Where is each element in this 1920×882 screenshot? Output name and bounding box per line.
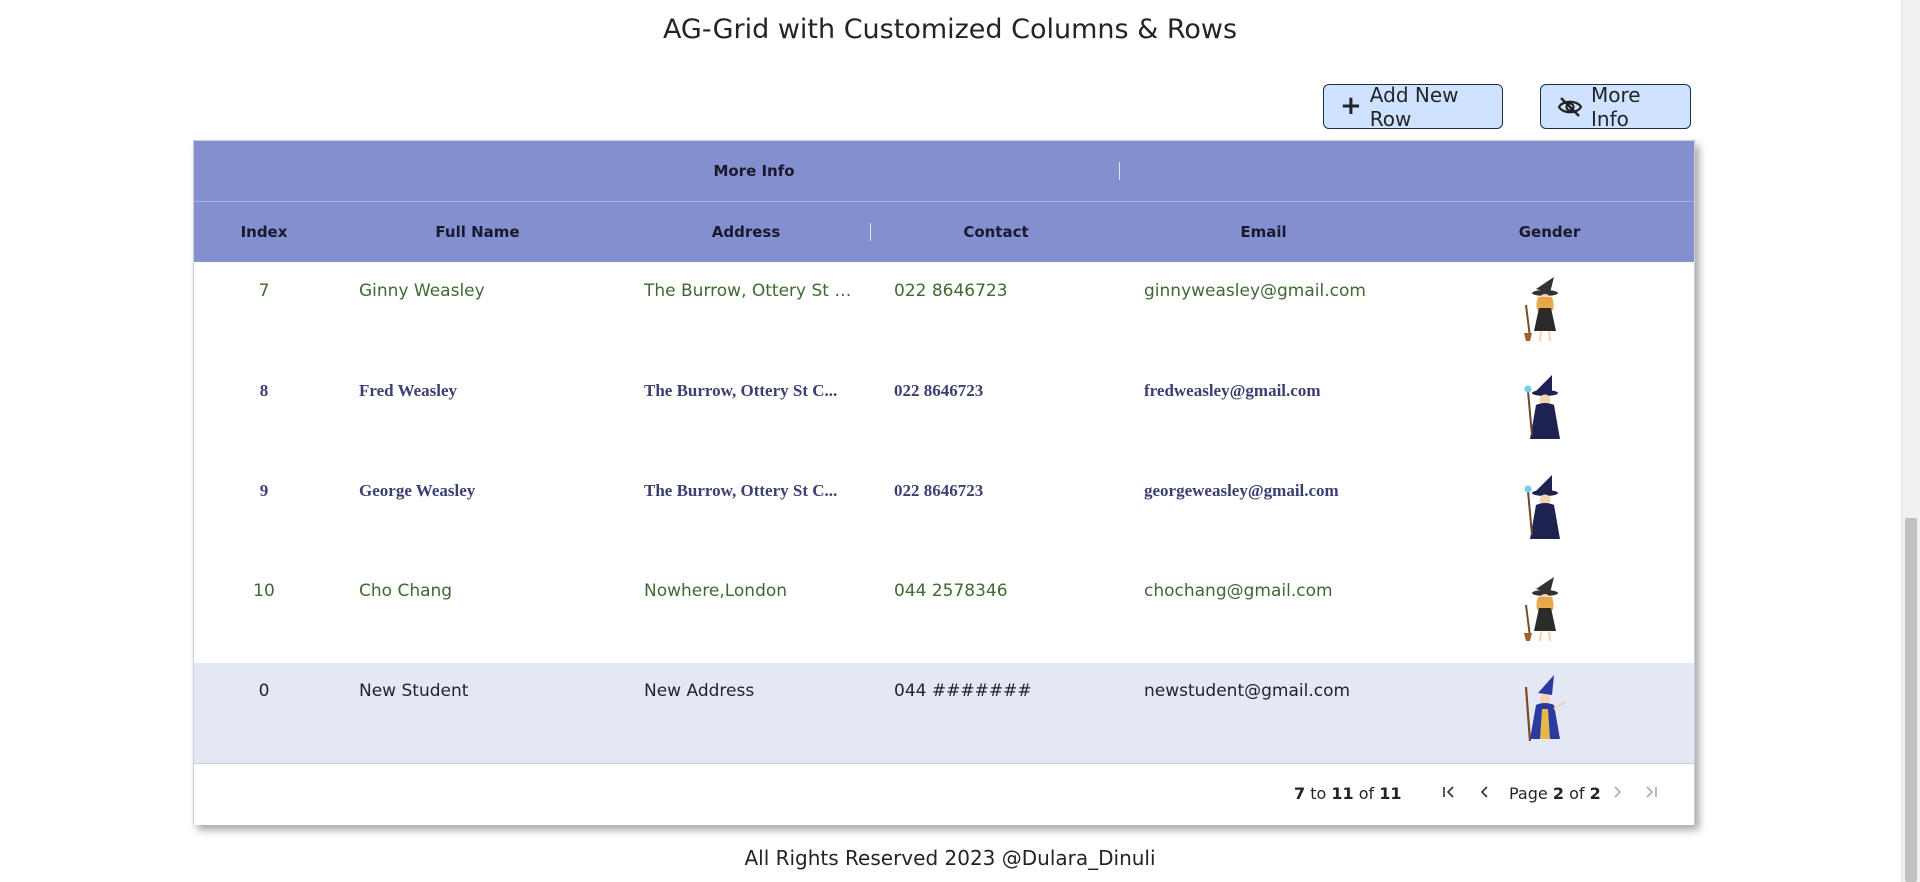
header-address[interactable]: Address [621,202,871,262]
column-header-row: Index Full Name Address Contact Email Ge… [194,202,1694,262]
row-to-word: to [1310,784,1327,803]
cell-email: georgeweasley@gmail.com [1144,481,1339,500]
add-new-row-button[interactable]: + Add New Row [1323,82,1503,131]
cell-email: chochang@gmail.com [1144,581,1333,601]
cell-index: 9 [259,481,269,500]
row-to: 11 [1331,784,1354,803]
page-summary: Page 2 of 2 [1509,784,1601,803]
group-header-more-info[interactable]: More Info [194,141,1314,201]
cell-address: New Address [644,681,755,701]
cell-contact: 022 8646723 [894,481,984,500]
page-of-word: of [1569,784,1585,803]
table-row[interactable]: 8 Fred Weasley The Burrow, Ottery St C..… [194,363,1694,464]
old-wizard-avatar-icon [1514,675,1574,745]
current-page: 2 [1552,784,1564,803]
cell-full-name: Cho Chang [359,581,453,601]
wizard-avatar-icon [1514,475,1574,545]
more-info-label: More Info [1591,82,1641,131]
cell-full-name: Fred Weasley [359,381,458,400]
page-scrollbar[interactable] [1901,0,1920,882]
more-info-button[interactable]: More Info [1540,82,1691,131]
row-total: 11 [1379,784,1402,803]
cell-index: 0 [258,681,270,701]
first-page-icon[interactable] [1442,784,1456,803]
plus-icon: + [1340,90,1362,121]
table-row[interactable]: 9 George Weasley The Burrow, Ottery St C… [194,463,1694,564]
header-email[interactable]: Email [1121,202,1406,262]
row-from: 7 [1294,784,1306,803]
footer-credits: All Rights Reserved 2023 @Dulara_Dinuli [744,846,1156,870]
cell-address: The Burrow, Ottery St C... [644,381,838,400]
page-title: AG-Grid with Customized Columns & Rows [662,14,1238,45]
cell-address: The Burrow, Ottery St C... [644,481,838,500]
cell-full-name: Ginny Weasley [359,281,485,301]
witch-avatar-icon [1514,575,1574,645]
cell-contact: 044 2578346 [894,581,1008,601]
row-summary: 7 to 11 of 11 [1294,784,1402,803]
table-row[interactable]: 7 Ginny Weasley The Burrow, Ottery St C.… [194,263,1694,364]
scrollbar-thumb[interactable] [1905,518,1917,882]
row-of-word: of [1358,784,1375,803]
cell-address: Nowhere,London [644,581,788,601]
cell-contact: 022 8646723 [894,281,1008,301]
next-page-icon[interactable] [1610,784,1624,803]
cell-full-name: George Weasley [359,481,476,500]
previous-page-icon[interactable] [1478,784,1492,803]
header-index[interactable]: Index [194,202,334,262]
cell-address: The Burrow, Ottery St C... [644,281,852,301]
cell-index: 8 [259,381,269,400]
pagination-bar: 7 to 11 of 11 Page 2 of 2 [194,763,1694,825]
cell-contact: 044 ####### [894,681,1032,701]
table-row[interactable]: 0 New Student New Address 044 ####### ne… [194,663,1694,764]
cell-index: 10 [253,581,275,601]
total-pages: 2 [1589,784,1601,803]
column-group-header: More Info [194,141,1694,202]
cell-full-name: New Student [359,681,469,701]
cell-index: 7 [258,281,270,301]
table-row[interactable]: 10 Cho Chang Nowhere,London 044 2578346 … [194,563,1694,664]
page-word: Page [1509,784,1548,803]
group-header-divider [1119,162,1120,180]
cell-email: ginnyweasley@gmail.com [1144,281,1366,301]
eye-slash-icon [1557,96,1583,118]
header-gender[interactable]: Gender [1406,202,1693,262]
last-page-icon[interactable] [1644,784,1658,803]
cell-email: fredweasley@gmail.com [1144,381,1321,400]
wizard-avatar-icon [1514,375,1574,445]
cell-email: newstudent@gmail.com [1144,681,1351,701]
add-new-row-label: Add New Row [1369,82,1459,131]
cell-contact: 022 8646723 [894,381,984,400]
witch-avatar-icon [1514,275,1574,345]
header-contact[interactable]: Contact [871,202,1121,262]
header-full-name[interactable]: Full Name [334,202,621,262]
data-grid: More Info Index Full Name Address Contac… [193,140,1695,825]
